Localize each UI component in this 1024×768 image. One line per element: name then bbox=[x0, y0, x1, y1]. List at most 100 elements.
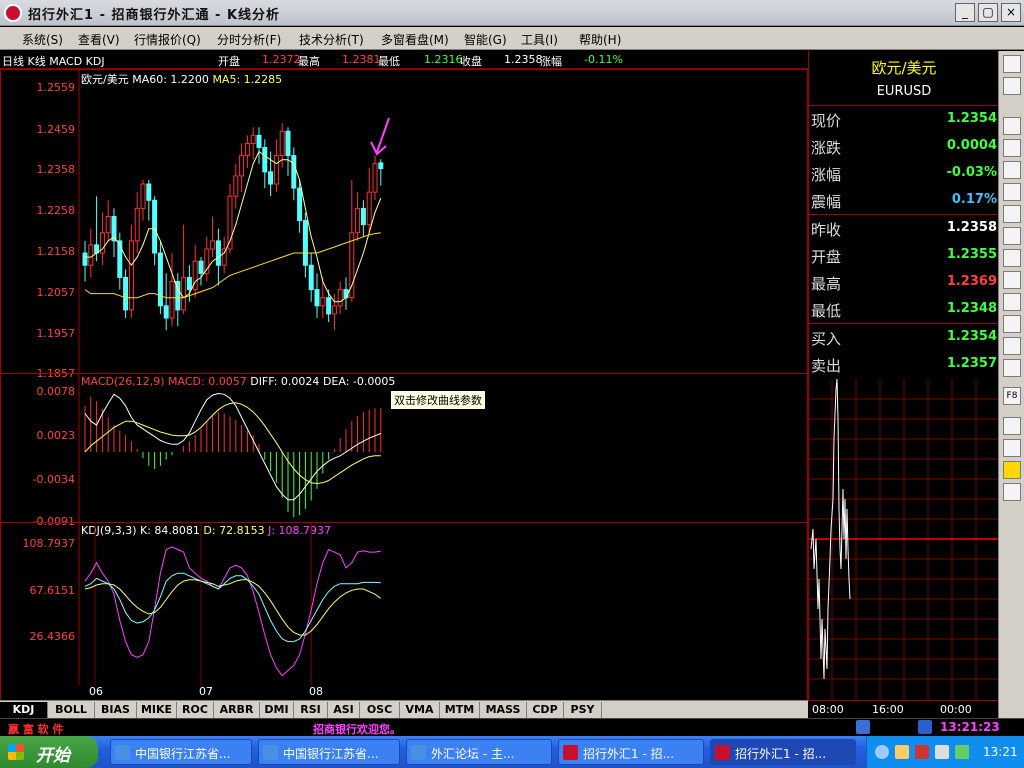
pencil-icon[interactable] bbox=[1003, 439, 1021, 457]
system-tray: 13:21 bbox=[866, 736, 1024, 768]
toolbar-button-icon[interactable] bbox=[1003, 183, 1021, 201]
task-button[interactable]: 外汇论坛 - 主... bbox=[406, 739, 552, 765]
tab-osc[interactable]: OSC bbox=[360, 702, 400, 718]
candle-body bbox=[163, 305, 169, 319]
tab-mike[interactable]: MIKE bbox=[137, 702, 177, 718]
tray-icon[interactable] bbox=[915, 745, 929, 759]
candle-body bbox=[378, 162, 384, 170]
tray-icon[interactable] bbox=[955, 745, 969, 759]
candle-body bbox=[181, 276, 187, 311]
toolbar-button-icon[interactable] bbox=[1003, 139, 1021, 157]
kdj-panel[interactable]: KDJ(9,3,3) K: 84.8081 D: 72.8153 J: 108.… bbox=[0, 522, 808, 701]
start-button[interactable]: 开始 bbox=[0, 736, 98, 768]
f8-icon[interactable]: F8 bbox=[1003, 387, 1021, 405]
tab-kdj[interactable]: KDJ bbox=[0, 702, 48, 718]
toolbar-button-icon[interactable] bbox=[1003, 337, 1021, 355]
quote-row: 开盘 1.2355 bbox=[811, 247, 997, 266]
menu-smart[interactable]: 智能(G) bbox=[464, 31, 507, 48]
time-tick: 00:00 bbox=[940, 703, 972, 716]
tab-roc[interactable]: ROC bbox=[177, 702, 214, 718]
tab-rsi[interactable]: RSI bbox=[294, 702, 328, 718]
candle-body bbox=[302, 220, 308, 266]
close-button[interactable]: × bbox=[1001, 3, 1021, 22]
candle-body bbox=[128, 240, 134, 311]
candle-body bbox=[198, 260, 204, 274]
candle-body bbox=[239, 155, 245, 177]
menu-multiwindow[interactable]: 多窗看盘(M) bbox=[381, 31, 449, 48]
toolbar-button-icon[interactable] bbox=[1003, 55, 1021, 73]
toolbar-button-icon[interactable] bbox=[1003, 227, 1021, 245]
download-icon[interactable] bbox=[1003, 417, 1021, 435]
high-label: 最高 bbox=[298, 55, 320, 68]
candle-body bbox=[105, 216, 111, 234]
tab-bias[interactable]: BIAS bbox=[95, 702, 137, 718]
taskbar-clock: 13:21 bbox=[983, 745, 1018, 759]
toolbar-button-icon[interactable] bbox=[1003, 293, 1021, 311]
toolbar-button-icon[interactable] bbox=[1003, 249, 1021, 267]
brand-text: 嬴 富 软 件 bbox=[8, 723, 64, 736]
minimize-button[interactable]: _ bbox=[955, 3, 975, 22]
high-value: 1.2381 bbox=[342, 53, 381, 66]
taskbar: 开始 中国银行江苏省... 中国银行江苏省... 外汇论坛 - 主... 招行外… bbox=[0, 736, 1024, 768]
task-button[interactable]: 中国银行江苏省... bbox=[110, 739, 252, 765]
magnifier-icon[interactable] bbox=[1003, 483, 1021, 501]
quote-row: 涨跌 0.0004 bbox=[811, 138, 997, 157]
candle-body bbox=[146, 183, 152, 201]
toolbar-button-icon[interactable] bbox=[1003, 271, 1021, 289]
right-toolbar: F8 bbox=[998, 51, 1024, 719]
ie-icon bbox=[115, 745, 130, 760]
menu-tools[interactable]: 工具(I) bbox=[521, 31, 558, 48]
tab-asi[interactable]: ASI bbox=[328, 702, 360, 718]
tab-mtm[interactable]: MTM bbox=[440, 702, 480, 718]
task-button[interactable]: 中国银行江苏省... bbox=[258, 739, 400, 765]
x-tick: 08 bbox=[309, 685, 323, 698]
tab-vma[interactable]: VMA bbox=[400, 702, 440, 718]
status-clock: 13:21:23 bbox=[940, 720, 1000, 734]
candle-body bbox=[326, 297, 332, 315]
task-button-active[interactable]: 招行外汇1 - 招... bbox=[710, 739, 856, 765]
quote-panel: 欧元/美元 EURUSD 现价 1.2354 涨跌 0.0004 涨幅 -0.03% … bbox=[808, 51, 999, 379]
candle-body bbox=[186, 276, 192, 291]
time-tick: 08:00 bbox=[812, 703, 844, 716]
menu-view[interactable]: 查看(V) bbox=[78, 31, 120, 48]
tray-icon[interactable] bbox=[895, 745, 909, 759]
tray-icon[interactable] bbox=[875, 745, 889, 759]
tab-psy[interactable]: PSY bbox=[564, 702, 602, 718]
toolbar-button-icon[interactable] bbox=[1003, 205, 1021, 223]
ie-icon bbox=[263, 745, 278, 760]
open-label: 开盘 bbox=[218, 55, 240, 68]
tab-mass[interactable]: MASS bbox=[480, 702, 527, 718]
welcome-text: 招商银行欢迎您。 bbox=[313, 723, 401, 736]
low-label: 最低 bbox=[378, 55, 400, 68]
menu-system[interactable]: 系统(S) bbox=[22, 31, 63, 48]
candle-body bbox=[256, 134, 262, 148]
toolbar-button-icon[interactable] bbox=[1003, 359, 1021, 377]
change-label: 涨幅 bbox=[540, 55, 562, 68]
candle-body bbox=[250, 134, 256, 144]
macd-panel[interactable]: MACD(26,12,9) MACD: 0.0057 DIFF: 0.0024 … bbox=[0, 373, 808, 528]
maximize-button[interactable]: ▢ bbox=[978, 3, 998, 22]
tab-dmi[interactable]: DMI bbox=[260, 702, 294, 718]
menu-quotes[interactable]: 行情报价(Q) bbox=[134, 31, 201, 48]
toolbar-button-icon[interactable] bbox=[1003, 77, 1021, 95]
menu-help[interactable]: 帮助(H) bbox=[579, 31, 621, 48]
warning-icon[interactable] bbox=[1003, 461, 1021, 479]
app-task-icon bbox=[715, 745, 730, 760]
menu-technical[interactable]: 技术分析(T) bbox=[299, 31, 364, 48]
tab-boll[interactable]: BOLL bbox=[48, 702, 95, 718]
speaker-icon[interactable] bbox=[935, 745, 949, 759]
title-bar: 招行外汇1 - 招商银行外汇通 - K线分析 _ ▢ × bbox=[0, 0, 1024, 26]
close-label: 收盘 bbox=[460, 55, 482, 68]
back-arrow-icon[interactable] bbox=[1003, 117, 1021, 135]
toolbar-button-icon[interactable] bbox=[1003, 161, 1021, 179]
price-panel[interactable]: 欧元/美元 MA60: 1.2200 MA5: 1.2285 1.2559 1.… bbox=[0, 69, 808, 380]
tab-cdp[interactable]: CDP bbox=[527, 702, 564, 718]
annotation-arrow-shaft bbox=[376, 117, 390, 153]
menu-intraday[interactable]: 分时分析(F) bbox=[217, 31, 281, 48]
intraday-tick-chart[interactable] bbox=[808, 379, 999, 718]
task-button[interactable]: 招行外汇1 - 招... bbox=[558, 739, 704, 765]
d-line bbox=[84, 579, 382, 636]
toolbar-button-icon[interactable] bbox=[1003, 315, 1021, 333]
open-value: 1.2372 bbox=[262, 53, 301, 66]
tab-arbr[interactable]: ARBR bbox=[214, 702, 260, 718]
